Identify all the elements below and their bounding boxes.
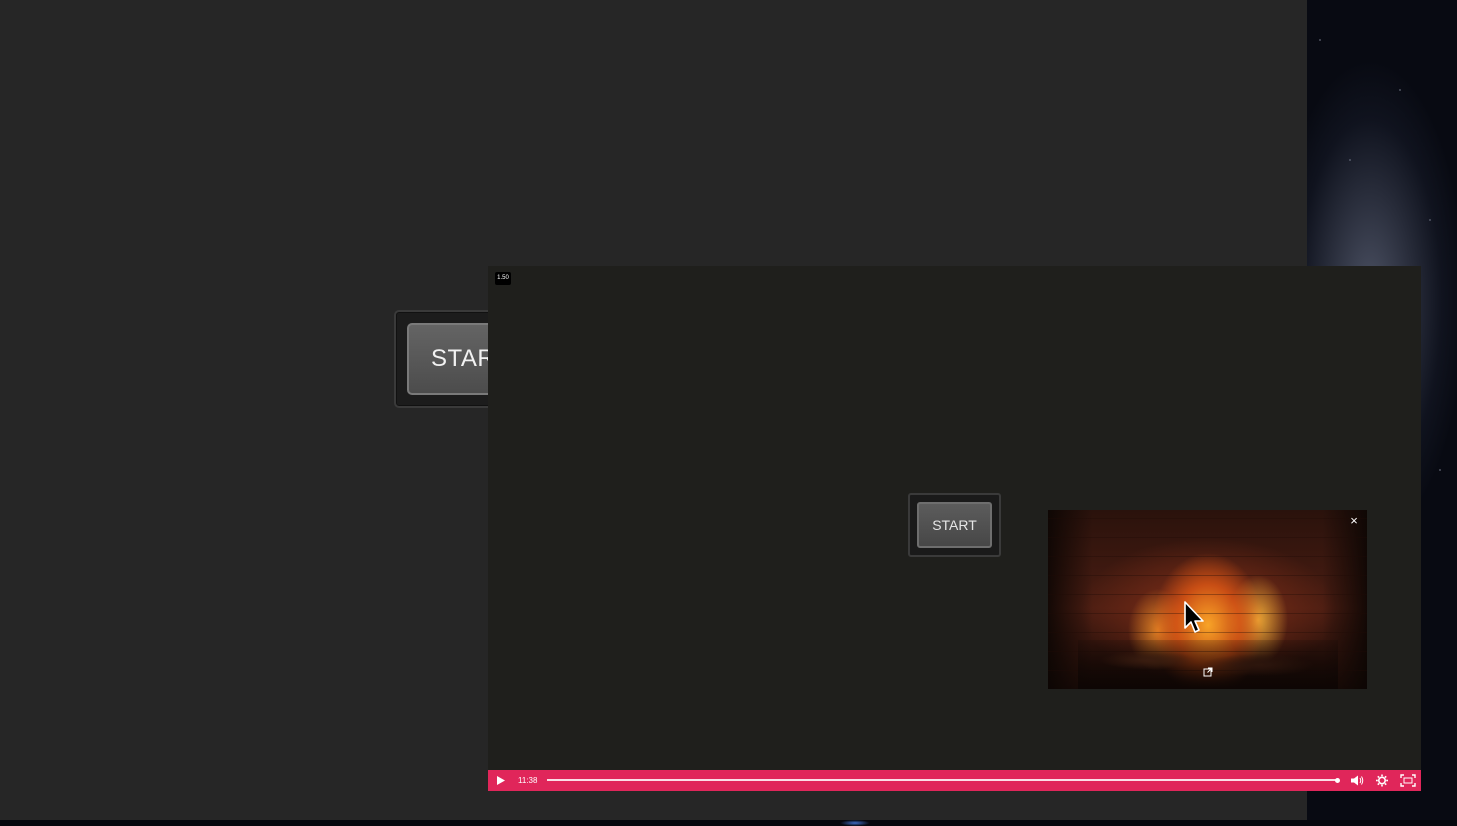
volume-icon[interactable] (1350, 770, 1364, 791)
popout-icon[interactable] (1203, 667, 1213, 677)
taskbar-edge (0, 820, 1457, 826)
video-start-button-frame: START (908, 493, 1001, 557)
mouse-cursor-icon (1184, 601, 1204, 633)
video-player[interactable]: 1.50 START × 11:38 (488, 266, 1421, 791)
video-start-button: START (917, 502, 992, 548)
close-icon[interactable]: × (1347, 514, 1361, 528)
video-control-bar: 11:38 (488, 770, 1421, 791)
current-time: 11:38 (518, 776, 538, 785)
progress-scrubber[interactable] (1334, 778, 1340, 783)
taskbar-glow (840, 820, 870, 826)
settings-icon[interactable] (1375, 770, 1389, 791)
fullscreen-icon[interactable] (1400, 770, 1416, 791)
play-icon[interactable] (495, 770, 507, 791)
picture-in-picture-window[interactable]: × (1048, 510, 1367, 689)
progress-bar[interactable] (547, 779, 1337, 781)
playback-speed-badge: 1.50 (495, 272, 511, 285)
